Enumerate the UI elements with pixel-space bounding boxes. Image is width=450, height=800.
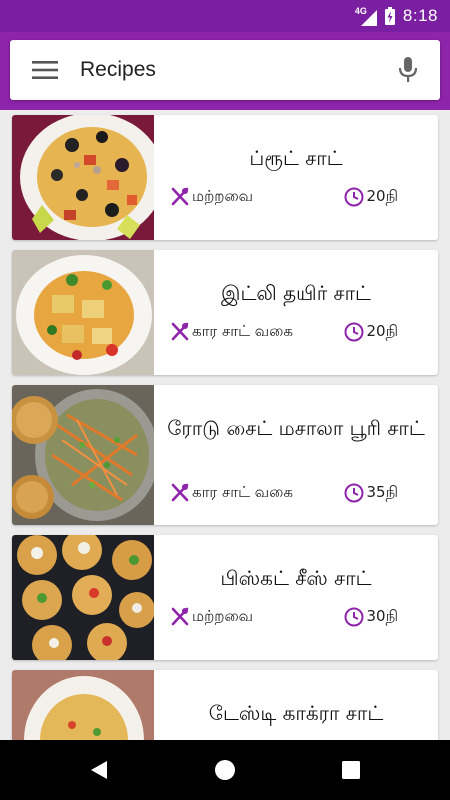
microphone-icon[interactable] <box>376 40 440 100</box>
recipe-list[interactable]: ப்ரூட் சாட் மற்றவை 20நி இட்லி தயிர் சாட்… <box>0 110 450 740</box>
status-time: 8:18 <box>402 6 438 25</box>
recipe-title: டேஸ்டி காக்ரா சாட் <box>208 701 384 725</box>
home-circle-icon[interactable] <box>208 753 242 787</box>
status-bar: 4G 8:18 <box>0 0 450 32</box>
recipe-image-roadside-masala-puri <box>12 385 154 525</box>
fork-knife-icon <box>171 607 189 626</box>
clock-icon <box>344 607 364 627</box>
hamburger-menu-icon[interactable] <box>10 40 80 100</box>
search-bar[interactable]: Recipes <box>10 40 440 100</box>
recipe-image-tasty-khakhra-chaat <box>12 670 154 740</box>
recipe-image-biscuit-cheese-chaat <box>12 535 154 660</box>
page-title: Recipes <box>80 58 156 81</box>
fork-knife-icon <box>171 322 189 341</box>
recipe-time: 30நி <box>366 607 398 625</box>
clock-icon <box>344 483 364 503</box>
clock-icon <box>344 187 364 207</box>
fork-knife-icon <box>171 187 189 206</box>
recipe-title: ப்ரூட் சாட் <box>249 146 343 170</box>
recipe-image-idli-curd-chaat <box>12 250 154 375</box>
cellular-signal-icon: 4G <box>355 6 377 26</box>
recipe-category: மற்றவை <box>192 187 254 205</box>
recipe-time: 20நி <box>366 322 398 340</box>
recipe-card[interactable]: ரோடு சைட் மசாலா பூரி சாட் கார சாட் வகை 3… <box>12 385 438 525</box>
recipe-title: ரோடு சைட் மசாலா பூரி சாட் <box>167 416 425 440</box>
clock-icon <box>344 322 364 342</box>
fork-knife-icon <box>171 483 189 502</box>
recipe-category: கார சாட் வகை <box>192 483 293 501</box>
recipe-time: 20நி <box>366 187 398 205</box>
recipe-card[interactable]: பிஸ்கட் சீஸ் சாட் மற்றவை 30நி <box>12 535 438 660</box>
recipe-image-fruit-chaat <box>12 115 154 240</box>
recents-square-icon[interactable] <box>334 753 368 787</box>
recipe-card[interactable]: டேஸ்டி காக்ரா சாட் <box>12 670 438 740</box>
recipe-category: கார சாட் வகை <box>192 322 293 340</box>
recipe-card[interactable]: இட்லி தயிர் சாட் கார சாட் வகை 20நி <box>12 250 438 375</box>
recipe-title: பிஸ்கட் சீஸ் சாட் <box>220 566 372 590</box>
system-nav-bar <box>0 740 450 800</box>
battery-charging-icon <box>384 7 395 25</box>
back-triangle-icon[interactable] <box>82 753 116 787</box>
recipe-card[interactable]: ப்ரூட் சாட் மற்றவை 20நி <box>12 115 438 240</box>
recipe-title: இட்லி தயிர் சாட் <box>221 281 371 305</box>
recipe-category: மற்றவை <box>192 607 254 625</box>
recipe-time: 35நி <box>366 483 398 501</box>
